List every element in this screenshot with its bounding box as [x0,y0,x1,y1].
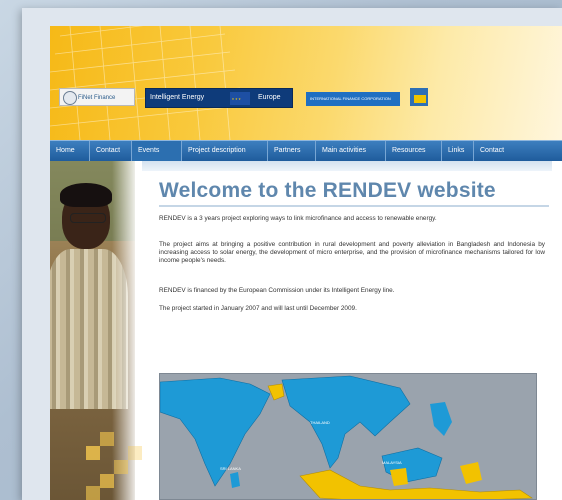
financing-paragraph: RENDEV is financed by the European Commi… [159,287,395,294]
nav-item-project-description[interactable]: Project description [182,141,268,161]
finet-logo[interactable]: FiNet Finance [59,88,135,106]
solar-panel-graphic [50,26,240,140]
nav-item-contact[interactable]: Contact [90,141,132,161]
main-content: Welcome to the RENDEV website RENDEV is … [142,161,554,500]
aims-paragraph: The project aims at bringing a positive … [159,241,545,264]
finet-logo-text: FiNet Finance [78,95,116,101]
map-label-sri-lanka: SRI LANKA [220,466,241,471]
site-header: FiNet Finance Intelligent Energy Europe … [50,26,562,140]
intro-paragraph: RENDEV is a 3 years project exploring wa… [159,215,437,222]
map-label-malaysia: MALAYSIA [382,460,402,465]
main-nav: Home Contact Events Project description … [50,140,562,161]
partner-logo-icon[interactable] [410,88,428,106]
timeline-paragraph: The project started in January 2007 and … [159,305,357,312]
nav-item-home[interactable]: Home [50,141,90,161]
seal-icon [63,91,77,105]
title-divider [159,205,549,207]
ifc-logo-text: INTERNATIONAL FINANCE CORPORATION [310,96,391,101]
ifc-logo[interactable]: INTERNATIONAL FINANCE CORPORATION [306,92,400,106]
nav-item-resources[interactable]: Resources [386,141,442,161]
nav-item-links[interactable]: Links [442,141,474,161]
intelligent-energy-text: Intelligent Energy [150,94,205,101]
europe-text: Europe [258,94,281,101]
intelligent-energy-logo[interactable]: Intelligent Energy Europe [145,88,293,110]
region-map[interactable]: THAILAND SRI LANKA MALAYSIA [159,373,537,500]
website: FiNet Finance Intelligent Energy Europe … [50,26,562,500]
nav-item-partners[interactable]: Partners [268,141,316,161]
eu-flag-icon [230,92,250,110]
nav-item-main-activities[interactable]: Main activities [316,141,386,161]
glasses-icon [70,213,106,223]
screenshot-frame: FiNet Finance Intelligent Energy Europe … [22,8,562,500]
map-graphic [160,374,536,499]
nav-item-contact-2[interactable]: Contact [474,141,562,161]
map-label-thailand: THAILAND [310,420,330,425]
nav-item-events[interactable]: Events [132,141,182,161]
page-title: Welcome to the RENDEV website [159,179,496,202]
